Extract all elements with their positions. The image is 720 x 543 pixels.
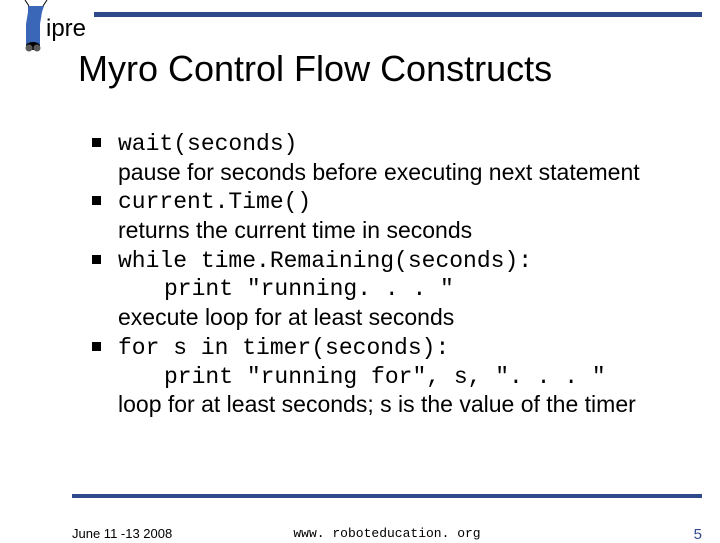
- code-line: while time.Remaining(seconds):: [118, 247, 682, 276]
- bullet-icon: [92, 255, 101, 264]
- ipre-logo: ipre: [10, 0, 100, 52]
- code-line-indent: print "running for", s, ". . . ": [164, 363, 682, 392]
- desc-line: returns the current time in seconds: [118, 217, 682, 245]
- footer-rule: [72, 494, 702, 498]
- bullet-icon: [92, 138, 101, 147]
- desc-line: pause for seconds before executing next …: [118, 159, 682, 187]
- content-area: wait(seconds) pause for seconds before e…: [92, 130, 682, 421]
- logo-text: ipre: [46, 15, 86, 42]
- list-item: while time.Remaining(seconds): print "ru…: [92, 247, 682, 332]
- desc-line: execute loop for at least seconds: [118, 304, 682, 332]
- header-rule: [94, 12, 702, 17]
- slide-title: Myro Control Flow Constructs: [78, 48, 552, 90]
- code-line: for s in timer(seconds):: [118, 334, 682, 363]
- desc-line: loop for at least seconds; s is the valu…: [118, 391, 682, 419]
- code-line: wait(seconds): [118, 130, 682, 159]
- code-line: current.Time(): [118, 188, 682, 217]
- footer-page: 5: [694, 526, 702, 543]
- list-item: for s in timer(seconds): print "running …: [92, 334, 682, 419]
- list-item: wait(seconds) pause for seconds before e…: [92, 130, 682, 186]
- bullet-icon: [92, 342, 101, 351]
- list-item: current.Time() returns the current time …: [92, 188, 682, 244]
- bullet-icon: [92, 196, 101, 205]
- code-line-indent: print "running. . . ": [164, 275, 682, 304]
- footer-url: www. roboteducation. org: [72, 526, 702, 541]
